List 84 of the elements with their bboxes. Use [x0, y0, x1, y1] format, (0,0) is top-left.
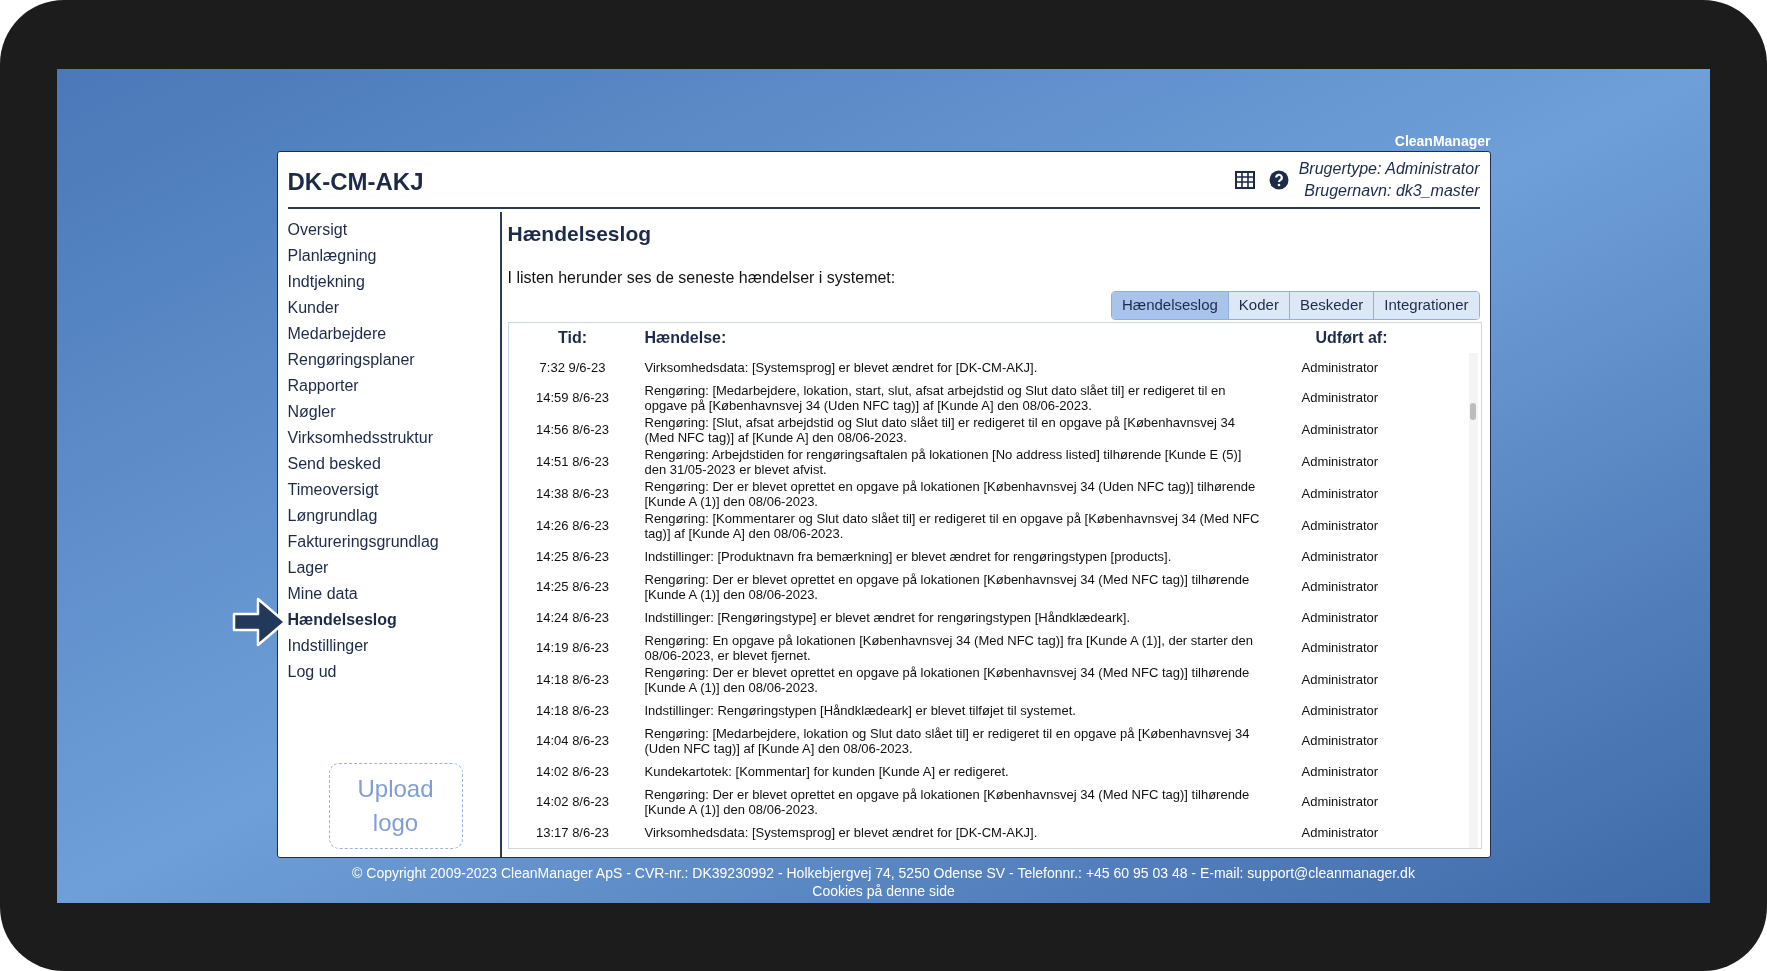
sidebar-item[interactable]: Log ud — [287, 659, 500, 685]
table-cell-text: 14:18 8/6-23 — [535, 672, 610, 687]
table-cell-text: Kundekartotek: [Kommentar] for kunden [Kunde A] er redigeret. — [643, 763, 1010, 779]
sidebar-item[interactable]: Timeoversigt — [287, 477, 500, 503]
table-cell-text: Administrator — [1300, 390, 1380, 405]
table-cell-text: Administrator — [1300, 763, 1380, 779]
sidebar-item[interactable]: Hændelseslog — [287, 607, 500, 633]
sidebar-item[interactable]: Rengøringsplaner — [287, 347, 500, 373]
table-cell-text: Rengøring: [Kommentarer og Slut dato slået til] er redigeret til en opgave på [Københavnsvej 34 (Med NFC tag)] af [Kunde A] den 08/06-2023. — [643, 510, 1261, 541]
table-cell-text: 14:02 8/6-23 — [535, 794, 610, 809]
table-cell-text: Rengøring: Der er blevet oprettet en opgave på lokationen [Københavnsvej 34 (Med NFC tag)] tilhørende [Kunde A (1)] den 08/06-2023. — [643, 786, 1251, 817]
table-cell-text: 7:32 9/6-23 — [538, 359, 607, 375]
table-cell-text: Rengøring: En opgave på lokationen [Københavnsvej 34 (Med NFC tag)] fra [Kunde A (1)], der starter den 08/06-2023, er blevet fjernet. — [643, 632, 1254, 663]
table-cell-text: Indstillinger: [Rengøringstype] er blevet ændret for rengøringstypen [Håndklædeark]. — [643, 609, 1132, 625]
table-cell-text: Administrator — [1300, 609, 1380, 625]
table-cell-text: Administrator — [1300, 548, 1380, 564]
table-cell-text: Administrator — [1300, 794, 1380, 809]
table-cell-text: 14:51 8/6-23 — [535, 454, 610, 469]
user-name: Brugernavn: dk3_master — [1304, 180, 1480, 201]
user-type: Brugertype: Administrator — [1298, 158, 1480, 179]
table-cell-text: 13:17 8/6-23 — [535, 824, 610, 840]
column-header: Tid: — [557, 327, 588, 348]
tab[interactable]: Koder — [1227, 291, 1289, 319]
sidebar-item[interactable]: Løngrundlag — [287, 503, 500, 529]
table-cell-text: Rengøring: Der er blevet oprettet en opgave på lokationen [Københavnsvej 34 (Med NFC tag)] tilhørende [Kunde A (1)] den 08/06-2023. — [643, 664, 1251, 695]
table-cell-text: Administrator — [1300, 733, 1380, 748]
table-cell-text: 14:56 8/6-23 — [535, 422, 610, 437]
table-cell-text: Rengøring: [Medarbejdere, lokation og Slut dato slået til] er redigeret til en opgave på [Københavnsvej 34 (Uden NFC tag)] af [Kunde A] den 08/06-2023. — [643, 725, 1251, 756]
column-header: Udført af: — [1314, 327, 1389, 348]
table-cell-text: Rengøring: Der er blevet oprettet en opgave på lokationen [Københavnsvej 34 (Med NFC tag)] tilhørende [Kunde A (1)] den 08/06-2023. — [643, 571, 1251, 602]
table-cell-text: Administrator — [1300, 518, 1380, 533]
table-cell-text: Virksomhedsdata: [Systemsprog] er blevet ændret for [DK-CM-AKJ]. — [643, 824, 1039, 840]
table-cell-text: Administrator — [1300, 486, 1380, 501]
table-cell-text: Rengøring: Arbejdstiden for rengøringsaftalen på lokationen [No address listed] tilhørende [Kunde E (5)] den 31/05-2023 er blevet afvist. — [643, 446, 1243, 477]
scrollbar-thumb[interactable] — [1470, 402, 1476, 420]
table-cell-text: 14:26 8/6-23 — [535, 518, 610, 533]
table-cell-text: Indstillinger: Rengøringstypen [Håndklædeark] er blevet tilføjet til systemet. — [643, 702, 1077, 718]
account-title: DK-CM-AKJ — [287, 166, 424, 197]
table-cell-text: 14:25 8/6-23 — [535, 548, 610, 564]
table-cell-text: Administrator — [1300, 359, 1380, 375]
table-cell-text: Administrator — [1300, 579, 1380, 594]
table-cell-text: Rengøring: Der er blevet oprettet en opgave på lokationen [Københavnsvej 34 (Uden NFC tag)] tilhørende [Kunde A (1)] den 08/06-2023. — [643, 478, 1257, 509]
copyright-text: © Copyright 2009-2023 CleanManager ApS - CVR-nr.: DK39230992 - Holkebjergvej 74, 5250 Odense SV - Telefonnr.: +45 60 95 03 48 - E-mail: support@cleanmanager.dk — [352, 864, 1415, 882]
table-cell-text: 14:59 8/6-23 — [535, 390, 610, 405]
sidebar-item[interactable]: Indstillinger — [287, 633, 500, 659]
column-header: Hændelse: — [643, 327, 728, 348]
sidebar-item[interactable]: Lager — [287, 555, 500, 581]
table-cell-text: 14:04 8/6-23 — [535, 733, 610, 748]
sidebar-item[interactable]: Virksomhedsstruktur — [287, 425, 500, 451]
cookies-link[interactable]: Cookies på denne side — [812, 882, 955, 900]
table-cell-text: 14:19 8/6-23 — [535, 640, 610, 655]
table-cell-text: 14:25 8/6-23 — [535, 579, 610, 594]
sidebar-item[interactable]: Rapporter — [287, 373, 500, 399]
sidebar-item[interactable]: Mine data — [287, 581, 500, 607]
table-cell-text: Administrator — [1300, 454, 1380, 469]
table-cell-text: Administrator — [1300, 672, 1380, 687]
table-cell-text: Administrator — [1300, 640, 1380, 655]
sidebar-item[interactable]: Send besked — [287, 451, 500, 477]
table-cell-text: Administrator — [1300, 824, 1380, 840]
table-cell-text: Administrator — [1300, 702, 1380, 718]
tab[interactable]: Integrationer — [1373, 291, 1479, 319]
tab[interactable]: Hændelseslog — [1111, 291, 1228, 319]
table-cell-text: Rengøring: [Slut, afsat arbejdstid og Slut dato slået til] er redigeret til en opgave på [Københavnsvej 34 (Med NFC tag)] af [Kunde A] den 08/06-2023. — [643, 414, 1236, 445]
brand-name: CleanManager — [1394, 132, 1491, 151]
table-cell-text: Administrator — [1300, 422, 1380, 437]
sidebar-item[interactable]: Medarbejdere — [287, 321, 500, 347]
table-cell-text: Indstillinger: [Produktnavn fra bemærkning] er blevet ændret for rengøringstypen [products]. — [643, 548, 1173, 564]
sidebar-item[interactable]: Oversigt — [287, 217, 500, 243]
table-cell-text: Virksomhedsdata: [Systemsprog] er blevet ændret for [DK-CM-AKJ]. — [643, 359, 1039, 375]
sidebar-item[interactable]: Faktureringsgrundlag — [287, 529, 500, 555]
help-icon[interactable] — [1268, 169, 1289, 190]
sidebar-item[interactable]: Indtjekning — [287, 269, 500, 295]
grid-icon[interactable] — [1234, 170, 1255, 189]
page-heading: Hændelseslog — [507, 221, 653, 247]
table-cell-text: 14:24 8/6-23 — [535, 609, 610, 625]
sidebar-item[interactable]: Planlægning — [287, 243, 500, 269]
table-cell-text: Rengøring: [Medarbejdere, lokation, start, slut, afsat arbejdstid og Slut dato slået til] er redigeret til en opgave på [Københavnsvej 34 (Uden NFC tag)] af [Kunde A] den 08/06-2023. — [643, 382, 1227, 413]
tab[interactable]: Beskeder — [1288, 291, 1374, 319]
table-cell-text: 14:38 8/6-23 — [535, 486, 610, 501]
table-cell-text: 14:02 8/6-23 — [535, 763, 610, 779]
sidebar-item[interactable]: Nøgler — [287, 399, 500, 425]
table-cell-text: 14:18 8/6-23 — [535, 702, 610, 718]
sidebar-item[interactable]: Kunder — [287, 295, 500, 321]
intro-text: I listen herunder ses de seneste hændelser i systemet: — [507, 267, 897, 288]
